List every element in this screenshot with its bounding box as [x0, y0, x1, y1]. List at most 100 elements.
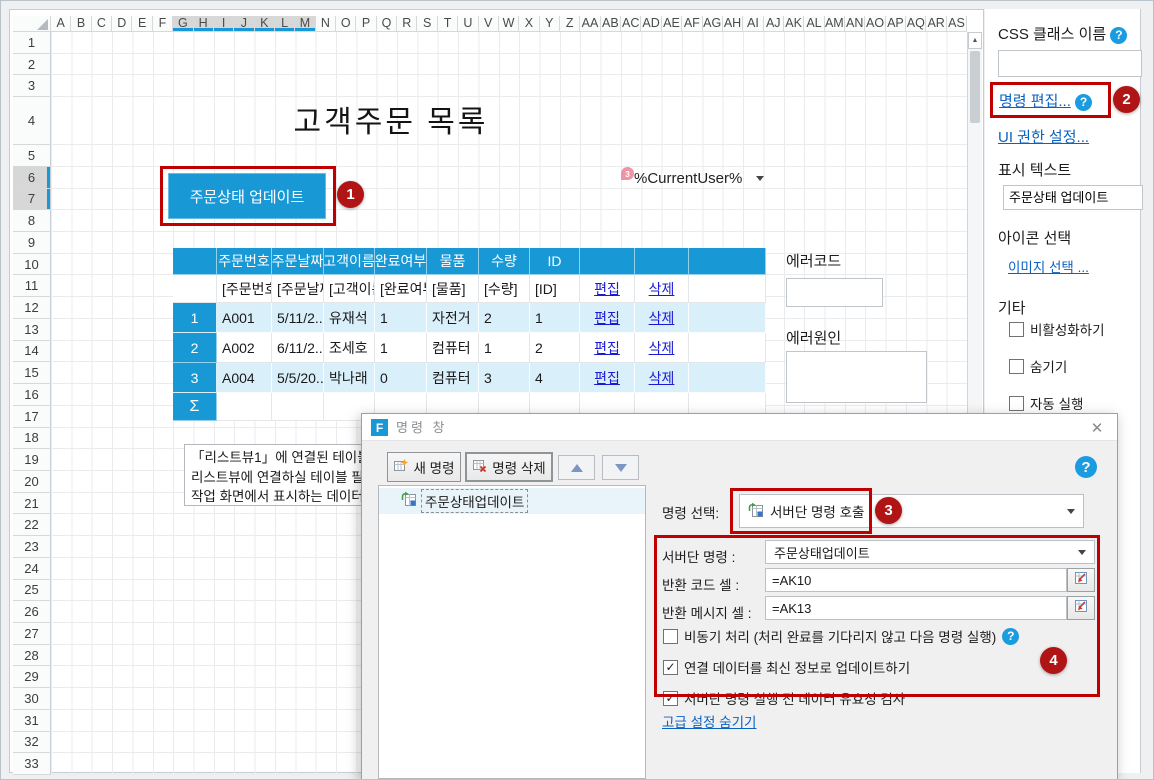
column-header-X[interactable]: X: [519, 16, 539, 32]
column-header-AL[interactable]: AL: [804, 16, 824, 32]
column-header-N[interactable]: N: [316, 16, 336, 32]
move-down-button[interactable]: [602, 455, 639, 480]
checkbox-unchecked-icon[interactable]: [1009, 322, 1024, 337]
row-header-5[interactable]: 5: [13, 145, 51, 167]
table-cell[interactable]: 3: [479, 363, 530, 393]
row-header-14[interactable]: 14: [13, 341, 51, 363]
column-header-U[interactable]: U: [458, 16, 478, 32]
column-header-E[interactable]: E: [132, 16, 152, 32]
column-header-AJ[interactable]: AJ: [764, 16, 784, 32]
current-user-dropdown[interactable]: %CurrentUser%: [634, 170, 764, 187]
row-header-15[interactable]: 15: [13, 362, 51, 384]
help-icon[interactable]: ?: [1002, 628, 1019, 645]
column-header-AP[interactable]: AP: [886, 16, 906, 32]
table-cell[interactable]: 박나래: [324, 363, 375, 393]
column-header-AF[interactable]: AF: [682, 16, 702, 32]
table-header-cell[interactable]: 수량: [479, 248, 530, 275]
move-up-button[interactable]: [558, 455, 595, 480]
table-cell[interactable]: 1: [530, 303, 580, 333]
table-cell[interactable]: 5/11/2...: [272, 303, 324, 333]
help-icon[interactable]: ?: [1110, 27, 1127, 44]
delete-link[interactable]: 삭제: [635, 303, 689, 333]
checkbox-unchecked-icon[interactable]: [1009, 396, 1024, 411]
row-header-22[interactable]: 22: [13, 514, 51, 536]
column-header-AB[interactable]: AB: [601, 16, 621, 32]
table-header-cell[interactable]: 고객이름: [324, 248, 375, 275]
edit-link[interactable]: 편집: [580, 363, 635, 393]
table-header-cell[interactable]: [580, 248, 635, 275]
column-header-AD[interactable]: AD: [641, 16, 661, 32]
help-icon[interactable]: ?: [1075, 456, 1097, 478]
advanced-settings-link[interactable]: 고급 설정 숨기기: [662, 711, 756, 731]
row-header-20[interactable]: 20: [13, 471, 51, 493]
command-edit-link[interactable]: 명령 편집...: [999, 93, 1071, 110]
column-header-K[interactable]: K: [255, 16, 275, 32]
new-command-button[interactable]: 새 명령: [387, 452, 461, 482]
row-header-11[interactable]: 11: [13, 275, 51, 297]
column-header-D[interactable]: D: [112, 16, 132, 32]
etc-checkbox[interactable]: 숨기기: [1009, 356, 1105, 376]
row-header-7[interactable]: 7: [13, 189, 51, 211]
column-header-G[interactable]: G: [173, 16, 193, 32]
column-header-R[interactable]: R: [397, 16, 417, 32]
column-header-J[interactable]: J: [234, 16, 254, 32]
column-header-S[interactable]: S: [417, 16, 437, 32]
row-header-6[interactable]: 6: [13, 167, 51, 189]
table-header-cell[interactable]: [635, 248, 689, 275]
row-header-28[interactable]: 28: [13, 645, 51, 667]
column-header-AS[interactable]: AS: [947, 16, 967, 32]
row-header-33[interactable]: 33: [13, 753, 51, 775]
command-option-checkbox[interactable]: ✓서버단 명령 실행 전 데이터 유효성 검사: [663, 688, 1019, 708]
return-message-input[interactable]: =AK13: [765, 596, 1067, 620]
row-header-2[interactable]: 2: [13, 54, 51, 76]
row-header-12[interactable]: 12: [13, 297, 51, 319]
edit-link[interactable]: 편집: [580, 275, 635, 303]
row-header-16[interactable]: 16: [13, 384, 51, 406]
column-header-AO[interactable]: AO: [865, 16, 885, 32]
row-header-30[interactable]: 30: [13, 688, 51, 710]
row-header-21[interactable]: 21: [13, 493, 51, 515]
column-header-C[interactable]: C: [92, 16, 112, 32]
row-header-10[interactable]: 10: [13, 254, 51, 276]
column-header-AI[interactable]: AI: [743, 16, 763, 32]
etc-checkbox[interactable]: 비활성화하기: [1009, 319, 1105, 339]
column-header-V[interactable]: V: [479, 16, 499, 32]
row-header-9[interactable]: 9: [13, 232, 51, 254]
cell-picker-button[interactable]: [1067, 596, 1095, 620]
table-header-cell[interactable]: 주문날짜: [272, 248, 324, 275]
column-header-I[interactable]: I: [214, 16, 234, 32]
column-header-AG[interactable]: AG: [703, 16, 723, 32]
close-icon[interactable]: ✕: [1085, 417, 1109, 439]
select-all-corner[interactable]: [13, 16, 51, 32]
table-cell[interactable]: 컴퓨터: [427, 333, 479, 363]
column-header-T[interactable]: T: [438, 16, 458, 32]
column-header-F[interactable]: F: [153, 16, 173, 32]
column-header-H[interactable]: H: [194, 16, 214, 32]
table-header-cell[interactable]: 완료여부: [375, 248, 427, 275]
table-cell[interactable]: 0: [375, 363, 427, 393]
table-cell[interactable]: 1: [479, 333, 530, 363]
error-cause-field[interactable]: [786, 351, 927, 403]
table-cell[interactable]: A001: [217, 303, 272, 333]
row-header-27[interactable]: 27: [13, 623, 51, 645]
column-header-M[interactable]: M: [295, 16, 315, 32]
checkbox-unchecked-icon[interactable]: [663, 629, 678, 644]
table-header-cell[interactable]: [173, 248, 217, 275]
column-header-AM[interactable]: AM: [825, 16, 845, 32]
row-header-23[interactable]: 23: [13, 536, 51, 558]
row-header-19[interactable]: 19: [13, 449, 51, 471]
column-header-W[interactable]: W: [499, 16, 519, 32]
edit-link[interactable]: 편집: [580, 303, 635, 333]
column-header-Z[interactable]: Z: [560, 16, 580, 32]
column-header-Q[interactable]: Q: [377, 16, 397, 32]
column-header-AA[interactable]: AA: [580, 16, 600, 32]
column-header-AK[interactable]: AK: [784, 16, 804, 32]
row-header-24[interactable]: 24: [13, 558, 51, 580]
table-header-cell[interactable]: [689, 248, 766, 275]
delete-link[interactable]: 삭제: [635, 363, 689, 393]
row-header-18[interactable]: 18: [13, 428, 51, 450]
table-cell[interactable]: 4: [530, 363, 580, 393]
column-header-AC[interactable]: AC: [621, 16, 641, 32]
row-header-8[interactable]: 8: [13, 210, 51, 232]
row-header-1[interactable]: 1: [13, 32, 51, 54]
